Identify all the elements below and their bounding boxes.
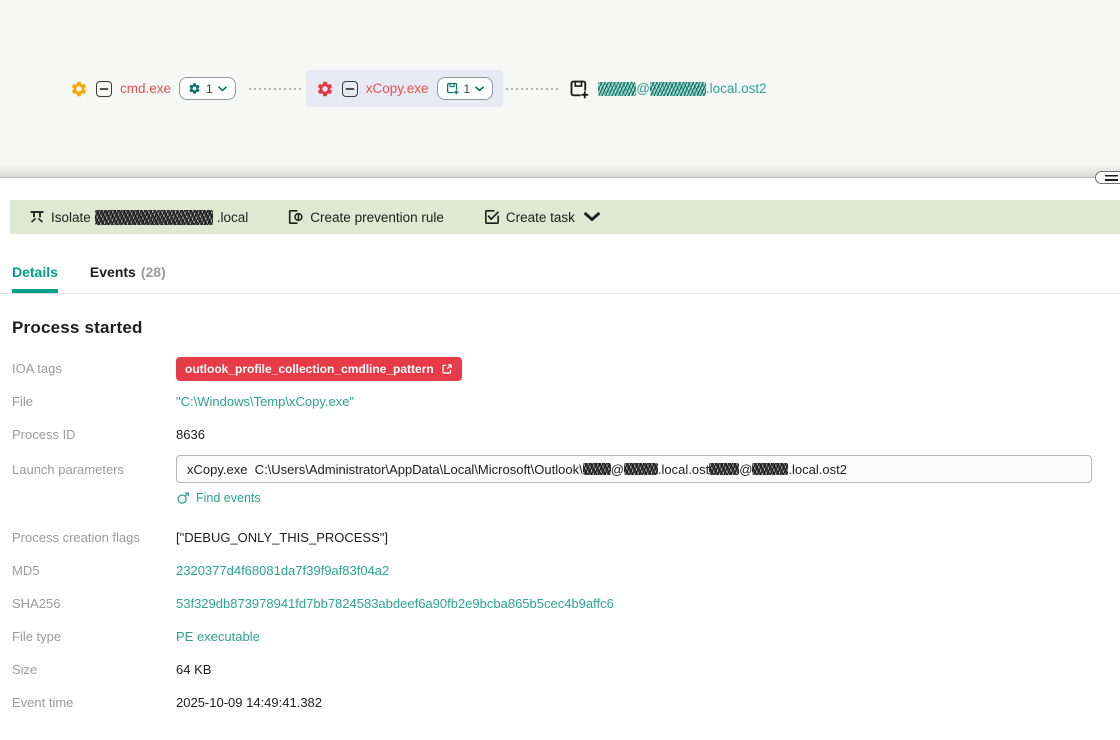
sha256-hash-link[interactable]: 53f329db873978941fd7bb7824583abdeef6a90f… bbox=[176, 596, 614, 611]
field-label: Process creation flags bbox=[12, 530, 176, 545]
launch-parameters-box[interactable]: xCopy.exe C:\Users\Administrator\AppData… bbox=[176, 455, 1092, 483]
chevron-down-icon bbox=[218, 86, 227, 92]
process-name-xcopy[interactable]: xCopy.exe bbox=[366, 81, 429, 96]
event-time-value: 2025-10-09 14:49:41.382 bbox=[176, 695, 322, 710]
field-label: IOA tags bbox=[12, 361, 176, 376]
tab-events[interactable]: Events (28) bbox=[90, 250, 166, 293]
chevron-down-icon bbox=[584, 209, 600, 225]
field-row-sha256: SHA256 53f329db873978941fd7bb7824583abde… bbox=[12, 587, 1120, 620]
file-size-value: 64 KB bbox=[176, 662, 211, 677]
edr-detection-window: cmd.exe 1 xCopy.exe 1 bbox=[0, 0, 1120, 740]
collapse-node-button[interactable] bbox=[96, 81, 112, 97]
field-row-ioa-tags: IOA tags outlook_profile_collection_cmdl… bbox=[12, 352, 1120, 385]
tree-connector bbox=[249, 88, 303, 90]
collapse-node-button[interactable] bbox=[342, 81, 358, 97]
redacted-mailbox-name bbox=[598, 82, 636, 96]
redacted-mailbox-name bbox=[583, 463, 611, 475]
child-process-count-dropdown[interactable]: 1 bbox=[179, 77, 236, 100]
task-check-icon bbox=[484, 209, 500, 225]
field-row-launch-parameters: Launch parameters xCopy.exe C:\Users\Adm… bbox=[12, 453, 1120, 485]
prevention-rule-icon bbox=[288, 209, 304, 225]
field-row-file: File "C:\Windows\Temp\xCopy.exe" bbox=[12, 385, 1120, 418]
field-row-md5: MD5 2320377d4f68081da7f39f9af83f04a2 bbox=[12, 554, 1120, 587]
field-row-process-id: Process ID 8636 bbox=[12, 418, 1120, 451]
create-task-button[interactable]: Create task bbox=[484, 209, 600, 225]
field-label: SHA256 bbox=[12, 596, 176, 611]
tab-bar: Details Events (28) bbox=[0, 250, 1120, 294]
child-process-count: 1 bbox=[206, 82, 213, 96]
find-events-icon bbox=[176, 491, 190, 505]
field-label: Launch parameters bbox=[12, 462, 176, 477]
field-row-file-type: File type PE executable bbox=[12, 620, 1120, 653]
create-prevention-rule-button[interactable]: Create prevention rule bbox=[288, 209, 444, 225]
field-label: MD5 bbox=[12, 563, 176, 578]
process-id-value: 8636 bbox=[176, 427, 205, 442]
events-count-badge: (28) bbox=[141, 264, 166, 280]
field-label: Process ID bbox=[12, 427, 176, 442]
file-type-link[interactable]: PE executable bbox=[176, 629, 260, 644]
find-events-link[interactable]: Find events bbox=[176, 491, 261, 505]
gear-icon bbox=[188, 82, 201, 95]
isolate-host-button[interactable]: Isolate.local bbox=[29, 209, 248, 225]
tab-details[interactable]: Details bbox=[12, 250, 58, 293]
redacted-domain-name bbox=[624, 463, 658, 475]
action-bar: Isolate.local Create prevention rule Cre… bbox=[10, 200, 1120, 234]
process-node-xcopy[interactable]: xCopy.exe 1 bbox=[306, 70, 503, 107]
process-node-cmd[interactable]: cmd.exe 1 bbox=[60, 70, 246, 107]
page-title: Process started bbox=[12, 318, 1120, 338]
find-events-row: Find events bbox=[176, 491, 1120, 505]
process-gear-icon bbox=[70, 80, 88, 98]
md5-hash-link[interactable]: 2320377d4f68081da7f39f9af83f04a2 bbox=[176, 563, 389, 578]
chevron-down-icon bbox=[475, 86, 484, 92]
file-node-ost2[interactable]: @.local.ost2 bbox=[563, 72, 773, 106]
redacted-mailbox-name bbox=[709, 463, 739, 475]
field-label: File type bbox=[12, 629, 176, 644]
created-files-count-dropdown[interactable]: 1 bbox=[437, 77, 494, 100]
field-row-size: Size 64 KB bbox=[12, 653, 1120, 686]
grip-lines-icon bbox=[1105, 175, 1118, 181]
field-row-event-time: Event time 2025-10-09 14:49:41.382 bbox=[12, 686, 1120, 719]
process-tree-pane: cmd.exe 1 xCopy.exe 1 bbox=[0, 0, 1120, 178]
redacted-hostname bbox=[95, 210, 213, 225]
file-path-link[interactable]: "C:\Windows\Temp\xCopy.exe" bbox=[176, 394, 354, 409]
tree-connector bbox=[506, 88, 560, 90]
pane-splitter-handle[interactable] bbox=[1095, 171, 1120, 184]
details-fields: IOA tags outlook_profile_collection_cmdl… bbox=[12, 352, 1120, 719]
creation-flags-value: ["DEBUG_ONLY_THIS_PROCESS"] bbox=[176, 530, 388, 545]
field-label: Event time bbox=[12, 695, 176, 710]
redacted-domain-name bbox=[752, 463, 788, 475]
ioa-tag-badge[interactable]: outlook_profile_collection_cmdline_patte… bbox=[176, 357, 462, 381]
file-name[interactable]: @.local.ost2 bbox=[598, 81, 767, 96]
isolate-host-icon bbox=[29, 209, 45, 225]
field-label: Size bbox=[12, 662, 176, 677]
redacted-domain-name bbox=[650, 82, 706, 96]
process-tree-row: cmd.exe 1 xCopy.exe 1 bbox=[60, 70, 773, 107]
field-label: File bbox=[12, 394, 176, 409]
file-created-icon bbox=[569, 79, 589, 99]
process-gear-icon-alert bbox=[316, 80, 334, 98]
created-files-count: 1 bbox=[464, 82, 471, 96]
field-row-creation-flags: Process creation flags ["DEBUG_ONLY_THIS… bbox=[12, 521, 1120, 554]
process-name-cmd[interactable]: cmd.exe bbox=[120, 81, 171, 96]
file-plus-icon bbox=[446, 82, 459, 95]
external-link-icon bbox=[441, 363, 453, 375]
